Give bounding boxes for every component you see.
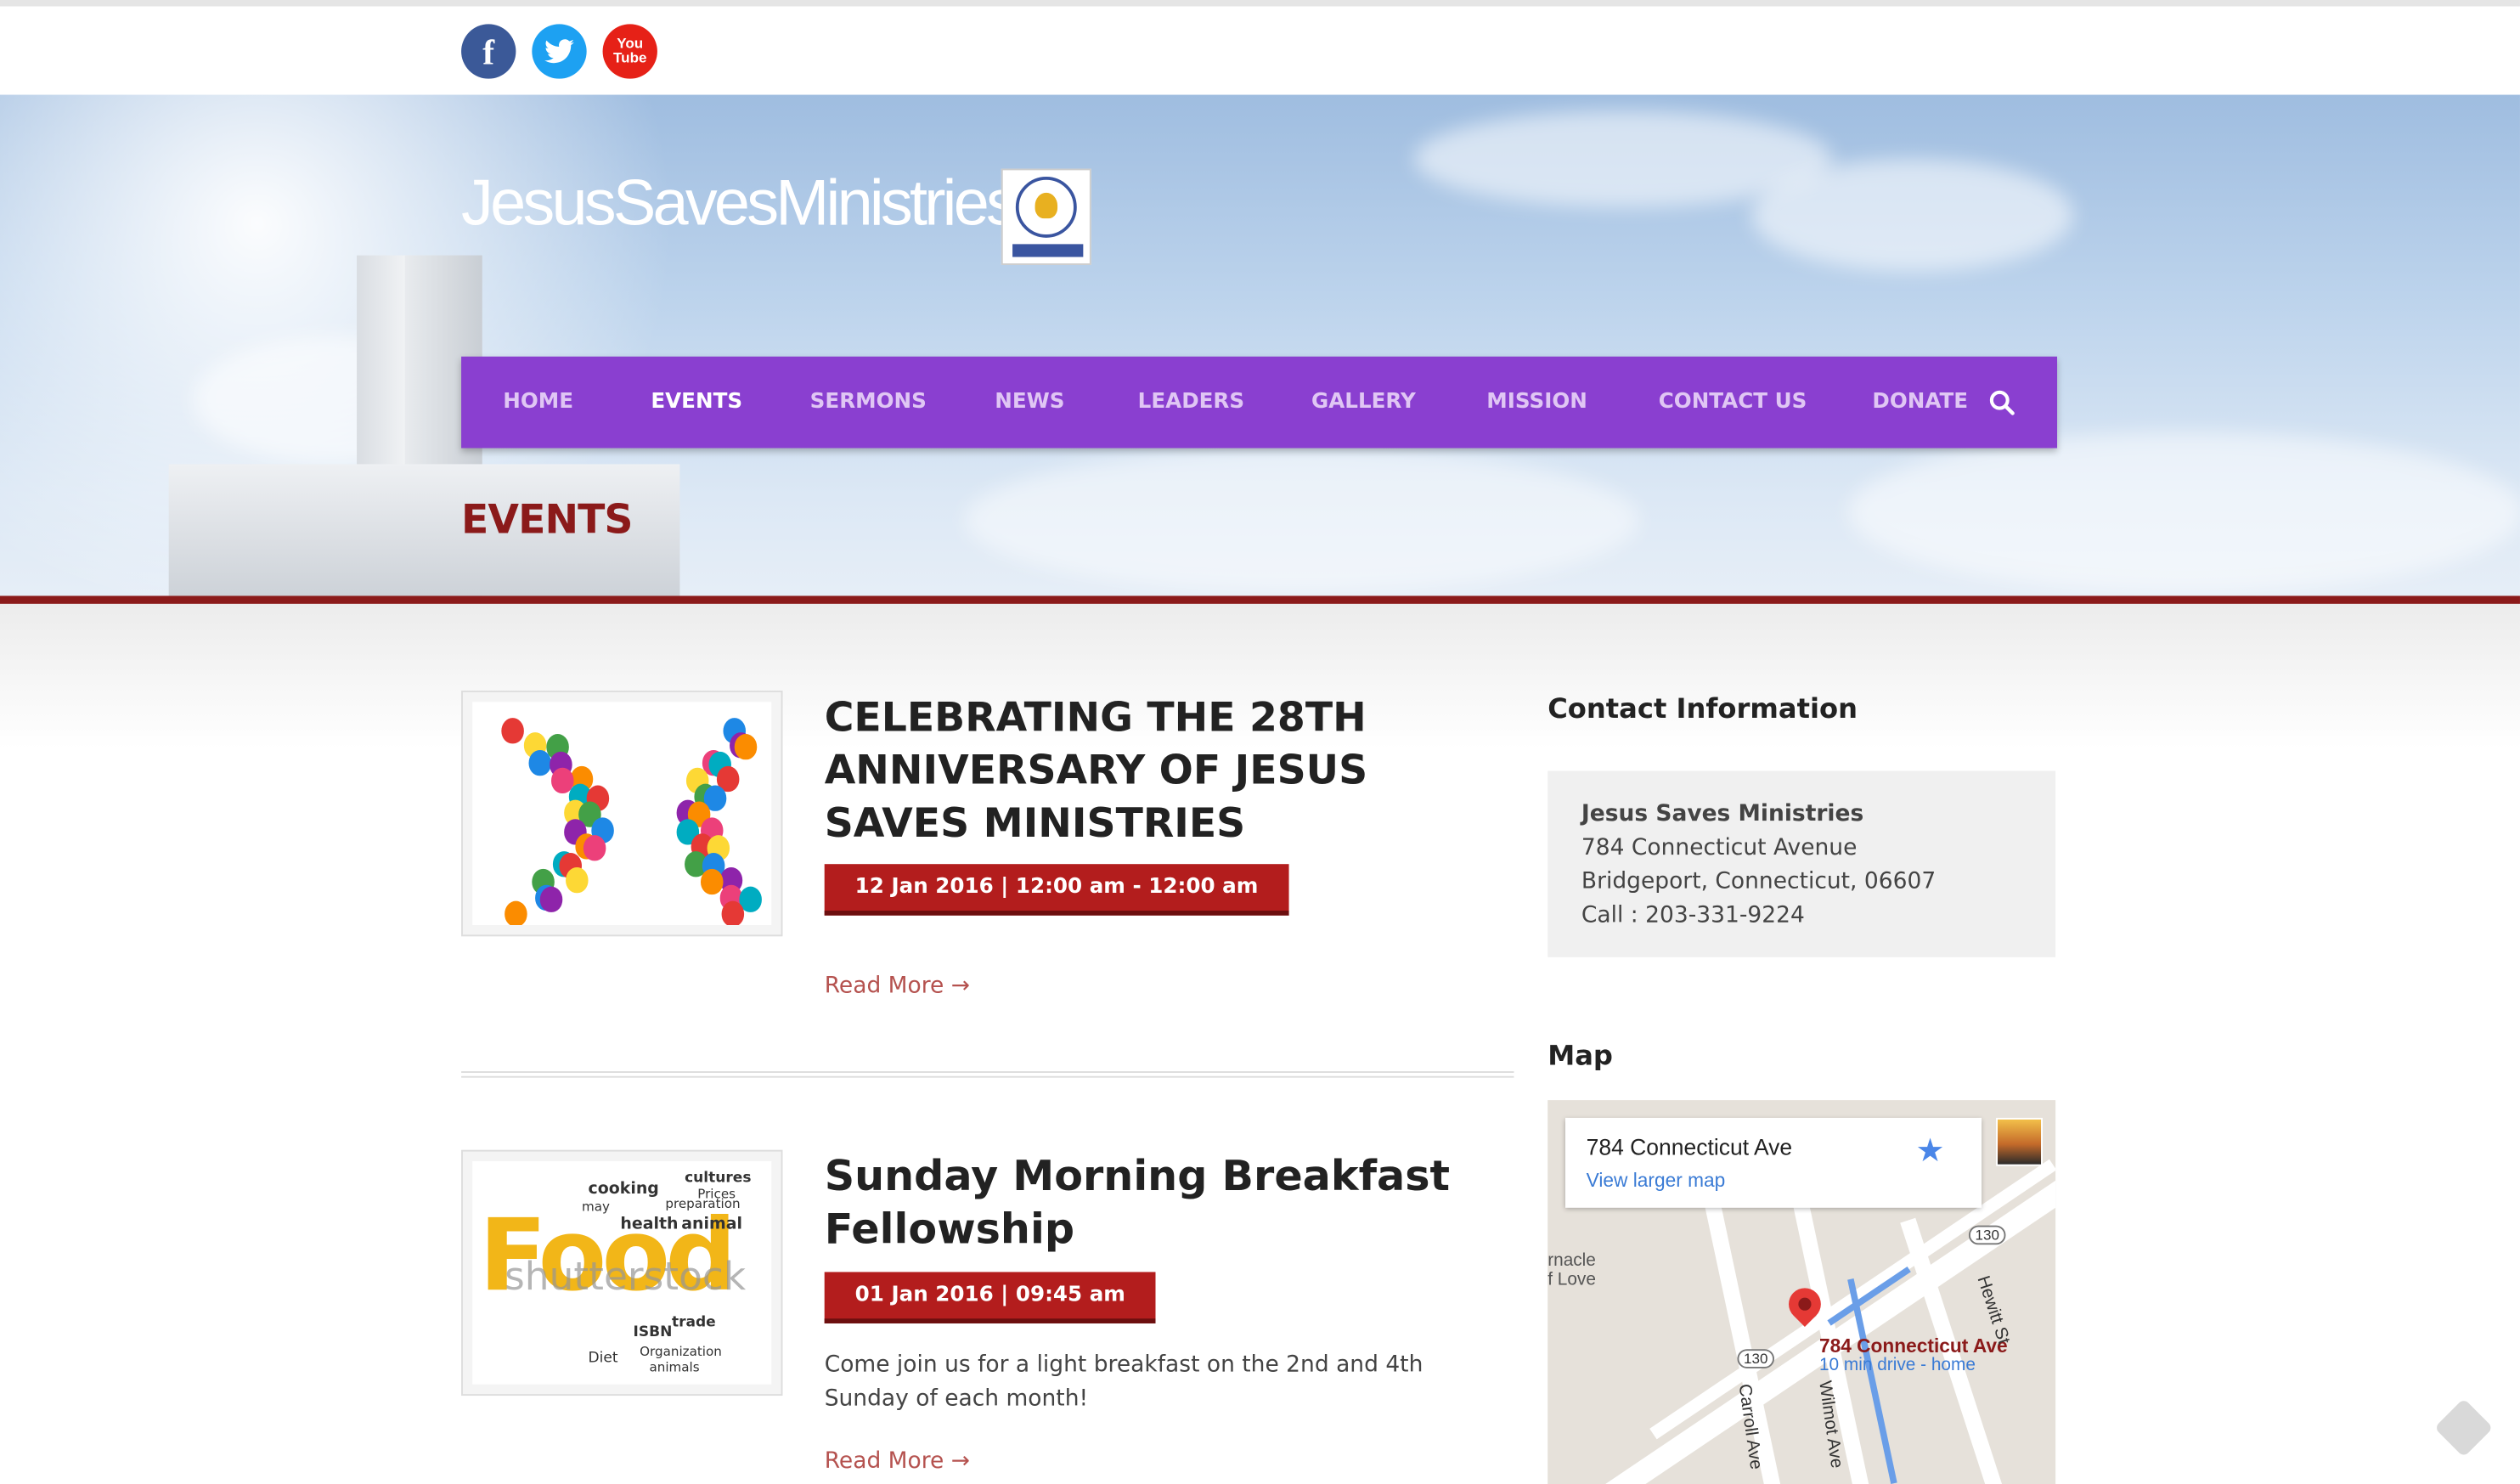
search-icon[interactable] <box>1988 389 2017 418</box>
nav-donate[interactable]: DONATE <box>1872 357 1968 449</box>
contact-box: Jesus Saves Ministries 784 Connecticut A… <box>1548 770 2056 957</box>
map-info-card: 784 Connecticut Ave View larger map ★ <box>1565 1117 1982 1208</box>
star-icon[interactable]: ★ <box>1916 1131 1945 1171</box>
word: animal <box>681 1216 742 1234</box>
route-130-shield: 130 <box>1968 1225 2006 1245</box>
map-pin-title: 784 Connecticut Ave <box>1818 1334 2008 1357</box>
main-nav: HOME EVENTS SERMONS NEWS LEADERS GALLERY… <box>461 356 2058 449</box>
food-word-cloud-image: Food shutterstock cooking cultures Price… <box>472 1160 772 1385</box>
word: cooking <box>588 1180 659 1199</box>
balloon <box>583 835 606 862</box>
contact-name: Jesus Saves Ministries <box>1581 801 1864 827</box>
contact-heading: Contact Information <box>1548 693 1858 726</box>
read-more-link[interactable]: Read More → <box>825 973 970 999</box>
balloon <box>721 900 744 926</box>
balloon <box>528 749 552 776</box>
word: ISBN <box>633 1324 673 1341</box>
event-title[interactable]: Sunday Morning Breakfast Fellowship <box>825 1152 1500 1258</box>
balloon <box>565 867 588 894</box>
word: preparation <box>665 1196 741 1211</box>
map-card-address: 784 Connecticut Ave <box>1586 1133 1793 1160</box>
balloon <box>735 734 758 761</box>
header-divider <box>0 595 2520 604</box>
balloon <box>701 869 724 895</box>
nav-contact-us[interactable]: CONTACT US <box>1659 357 1807 449</box>
nav-mission[interactable]: MISSION <box>1486 357 1587 449</box>
word: Organization <box>640 1344 722 1359</box>
cloud <box>1848 432 2520 593</box>
top-border <box>0 0 2520 7</box>
nav-events[interactable]: EVENTS <box>651 357 742 449</box>
page-title: EVENTS <box>461 496 633 544</box>
event-thumbnail-food[interactable]: Food shutterstock cooking cultures Price… <box>461 1149 783 1397</box>
contact-address: 784 Connecticut Avenue <box>1581 835 1858 861</box>
map-place-label: f Love <box>1548 1270 1596 1290</box>
nav-gallery[interactable]: GALLERY <box>1311 357 1416 449</box>
nav-sermons[interactable]: SERMONS <box>810 357 927 449</box>
youtube-icon[interactable]: You Tube <box>602 24 657 79</box>
event-divider <box>461 1071 1514 1078</box>
embedded-map[interactable]: 784 Connecticut Ave View larger map ★ 78… <box>1548 1100 2056 1484</box>
event-description: Come join us for a light breakfast on th… <box>824 1351 1423 1412</box>
balloon <box>538 886 562 912</box>
twitter-icon[interactable] <box>532 24 587 79</box>
social-bar: f You Tube <box>0 6 2520 95</box>
word: trade <box>671 1315 716 1332</box>
map-place-label: rnacle <box>1548 1250 1596 1271</box>
event-date-badge: 01 Jan 2016 | 09:45 am <box>824 1272 1156 1323</box>
word: health <box>620 1216 679 1234</box>
balloon <box>501 718 524 744</box>
read-more-link[interactable]: Read More → <box>825 1448 970 1474</box>
facebook-icon[interactable]: f <box>461 24 516 79</box>
nav-news[interactable]: NEWS <box>995 357 1064 449</box>
event-title[interactable]: CELEBRATING THE 28TH ANNIVERSARY OF JESU… <box>825 691 1500 849</box>
contact-city: Bridgeport, Connecticut, 06607 <box>1581 868 1937 895</box>
word: Diet <box>588 1351 618 1367</box>
hero-banner: JesusSavesMinistries HOME EVENTS SERMONS… <box>0 94 2520 596</box>
nav-home[interactable]: HOME <box>503 357 573 449</box>
word: cultures <box>685 1171 752 1188</box>
nav-leaders[interactable]: LEADERS <box>1138 357 1244 449</box>
view-larger-map-link[interactable]: View larger map <box>1587 1169 1726 1191</box>
contact-phone: Call : 203-331-9224 <box>1581 902 1805 928</box>
balloons-image <box>472 702 772 926</box>
event-thumbnail-balloons[interactable] <box>461 691 783 937</box>
map-pin-dot <box>1798 1297 1812 1311</box>
cloud <box>1751 159 2073 272</box>
map-heading: Map <box>1548 1041 1613 1073</box>
event-date-badge: 12 Jan 2016 | 12:00 am - 12:00 am <box>824 864 1289 916</box>
word: animals <box>649 1360 700 1375</box>
map-pin-subtitle: 10 min drive - home <box>1818 1355 1976 1375</box>
balloon <box>504 900 527 926</box>
ministry-seal-logo[interactable] <box>1001 168 1091 265</box>
site-logo-text[interactable]: JesusSavesMinistries <box>461 169 1018 241</box>
word: may <box>581 1199 610 1215</box>
cloud <box>964 448 1640 593</box>
map-photo-thumbnail[interactable] <box>1996 1117 2043 1166</box>
watermark: shutterstock <box>505 1254 747 1300</box>
route-130-shield: 130 <box>1737 1349 1775 1368</box>
